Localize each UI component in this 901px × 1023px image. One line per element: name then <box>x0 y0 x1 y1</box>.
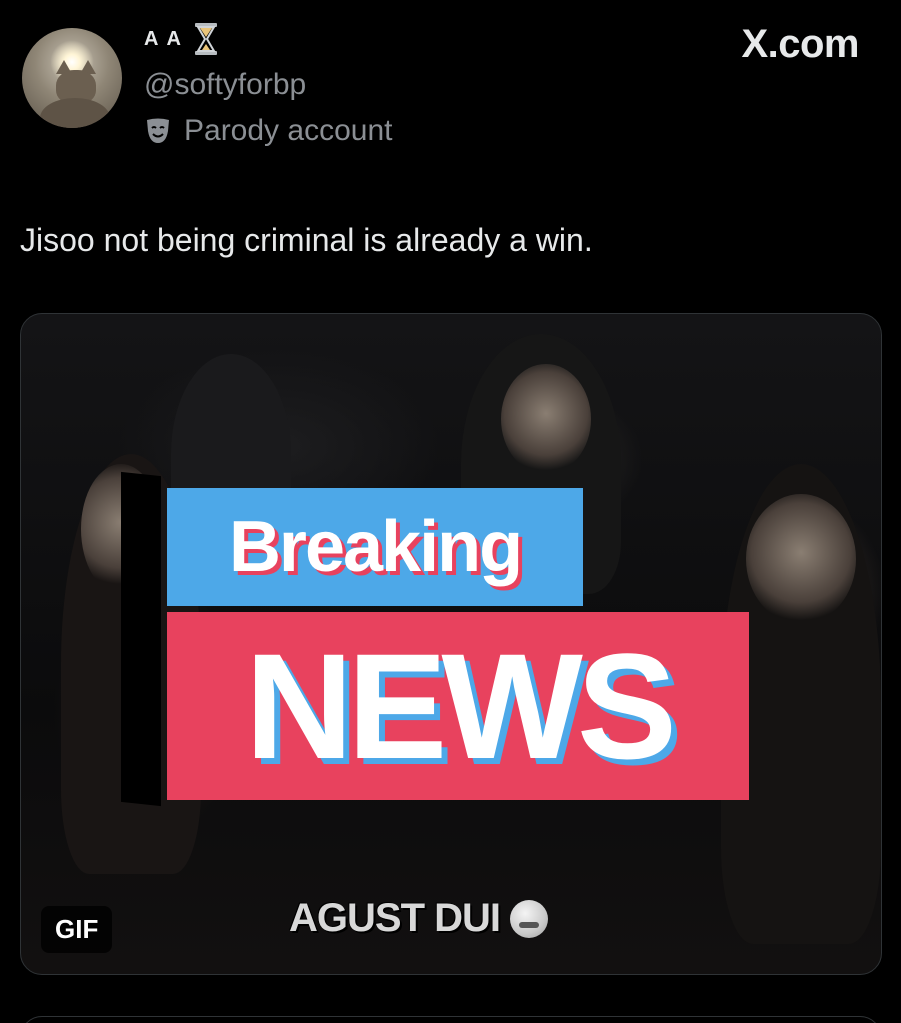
avatar-cat-body <box>40 98 110 128</box>
grimacing-face-icon <box>510 899 548 938</box>
tweet-screenshot: A A @softyforbp Parody account X.com Jis… <box>0 0 901 1023</box>
breaking-banner: Breaking <box>167 488 583 606</box>
avatar[interactable] <box>22 28 122 128</box>
news-banner: NEWS <box>167 612 749 800</box>
background-face <box>501 364 591 474</box>
display-name[interactable]: A A <box>144 22 219 56</box>
next-card-edge <box>20 1016 882 1023</box>
gif-badge: GIF <box>41 906 113 953</box>
parody-label: Parody account <box>144 114 392 148</box>
gif-caption: AGUST DUI <box>289 896 548 941</box>
user-handle[interactable]: @softyforbp <box>144 68 306 102</box>
gif-media[interactable]: Breaking NEWS AGUST DUI GIF <box>20 313 882 975</box>
background-face <box>746 494 856 624</box>
tweet-text: Jisoo not being criminal is already a wi… <box>20 222 593 258</box>
theater-mask-icon <box>147 118 169 143</box>
breaking-text: Breaking <box>228 507 523 587</box>
parody-text: Parody account <box>184 114 393 147</box>
display-name-text: A A <box>144 27 183 50</box>
x-brand-logo: X.com <box>741 22 859 66</box>
gif-caption-text: AGUST DUI <box>289 896 501 940</box>
news-text: NEWS <box>245 622 677 790</box>
hourglass-icon <box>194 23 217 55</box>
banner-black-bar <box>121 471 161 807</box>
